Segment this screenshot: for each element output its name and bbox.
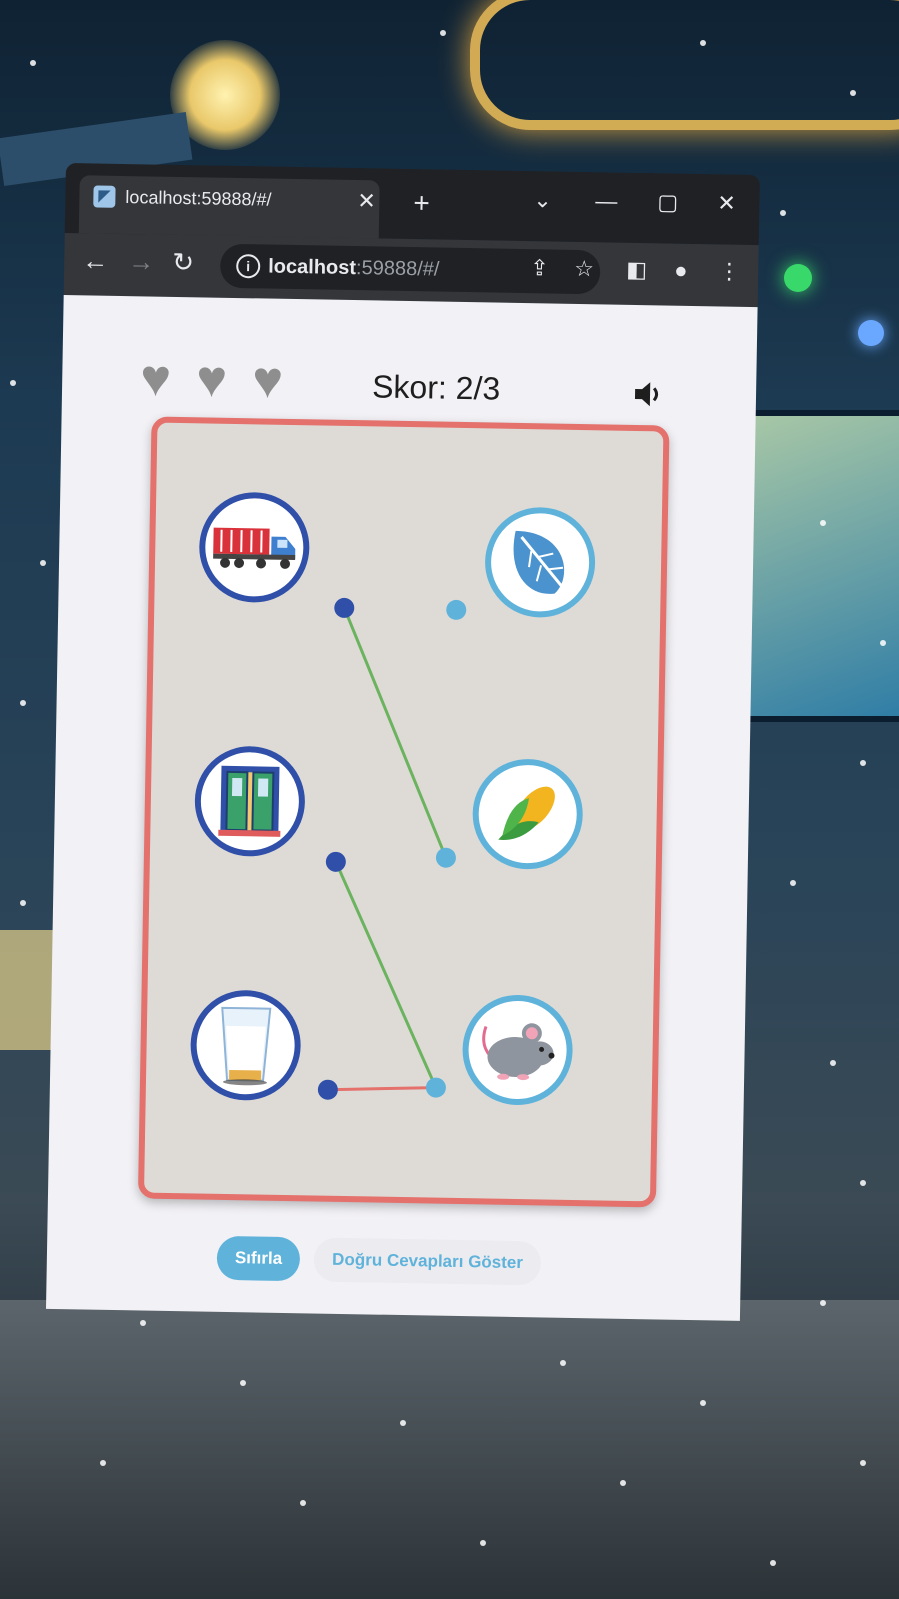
snowflake [780,210,786,216]
snowflake [300,1500,306,1506]
snowflake [440,30,446,36]
snowflake [850,90,856,96]
minimize-button[interactable]: — [595,188,617,214]
tab-close-icon[interactable]: ✕ [357,188,376,214]
snowflake [700,40,706,46]
snowflake [400,1420,406,1426]
app-page: ♥ ♥ ♥ Skor: 2/3 Sıfırla Doğru Cevapları … [45,294,758,1321]
heart-icon: ♥ [139,349,172,408]
snowflake [880,640,886,646]
snowflake [700,1400,706,1406]
forward-button[interactable]: → [128,246,155,277]
green-light [784,264,812,292]
blue-light [858,320,884,346]
tab-search-icon[interactable]: ⌄ [533,187,552,213]
snowflake [770,1560,776,1566]
snowflake [240,1380,246,1386]
snowflake [140,1320,146,1326]
neon-sign [470,0,899,130]
reset-button[interactable]: Sıfırla [216,1235,301,1282]
menu-icon[interactable]: ⋮ [718,258,740,284]
snowflake [820,520,826,526]
snowflake [560,1360,566,1366]
maximize-button[interactable]: ▢ [657,189,678,215]
snowflake [830,1060,836,1066]
truck-icon [213,527,296,569]
leaf-icon [513,530,566,594]
snowflake [480,1540,486,1546]
corn-icon [498,786,555,840]
mouse-icon [482,1023,555,1081]
snowflake [860,1180,866,1186]
heart-icon: ♥ [195,350,228,409]
snowflake [40,560,46,566]
action-buttons: Sıfırla Doğru Cevapları Göster [216,1235,542,1286]
flutter-favicon-icon: ◤ [93,185,116,208]
matching-board [137,416,670,1208]
connection-line-correct [334,861,438,1089]
milk-glass-icon [221,1006,272,1086]
browser-titlebar: ◤ localhost:59888/#/ ✕ + ⌄ — ▢ ✕ [64,163,760,246]
site-info-icon[interactable]: i [236,253,261,279]
snowflake [860,760,866,766]
heart-icon: ♥ [251,351,284,410]
score-label: Skor: 2/3 [371,368,501,407]
snowflake [20,700,26,706]
snowflake [860,1460,866,1466]
snowflake [620,1480,626,1486]
background-window [735,410,899,722]
snowflake [790,880,796,886]
connection-line-correct [342,607,448,859]
show-answers-button[interactable]: Doğru Cevapları Göster [313,1237,542,1286]
bookmark-star-icon[interactable]: ☆ [574,256,594,282]
sound-icon[interactable] [632,379,663,410]
url-text: localhost:59888/#/ [268,255,440,281]
browser-tab[interactable]: ◤ localhost:59888/#/ ✕ [78,175,380,239]
side-panel-icon[interactable]: ◧ [626,257,647,283]
new-tab-button[interactable]: + [413,187,430,219]
snowflake [20,900,26,906]
snowflake [10,380,16,386]
background-ground [0,1300,899,1599]
lives-hearts: ♥ ♥ ♥ [139,349,301,410]
door-icon [218,765,281,837]
snowflake [30,60,36,66]
snowflake [820,1300,826,1306]
close-window-button[interactable]: ✕ [717,190,736,216]
tab-title: localhost:59888/#/ [125,187,272,210]
snowflake [100,1460,106,1466]
share-icon[interactable]: ⇪ [530,255,549,281]
profile-icon[interactable]: ● [674,258,688,284]
browser-window: ◤ localhost:59888/#/ ✕ + ⌄ — ▢ ✕ ← → ↻ i… [45,163,760,1321]
connection-line-wrong [327,1086,436,1092]
reload-button[interactable]: ↻ [172,247,194,278]
back-button[interactable]: ← [82,245,109,276]
